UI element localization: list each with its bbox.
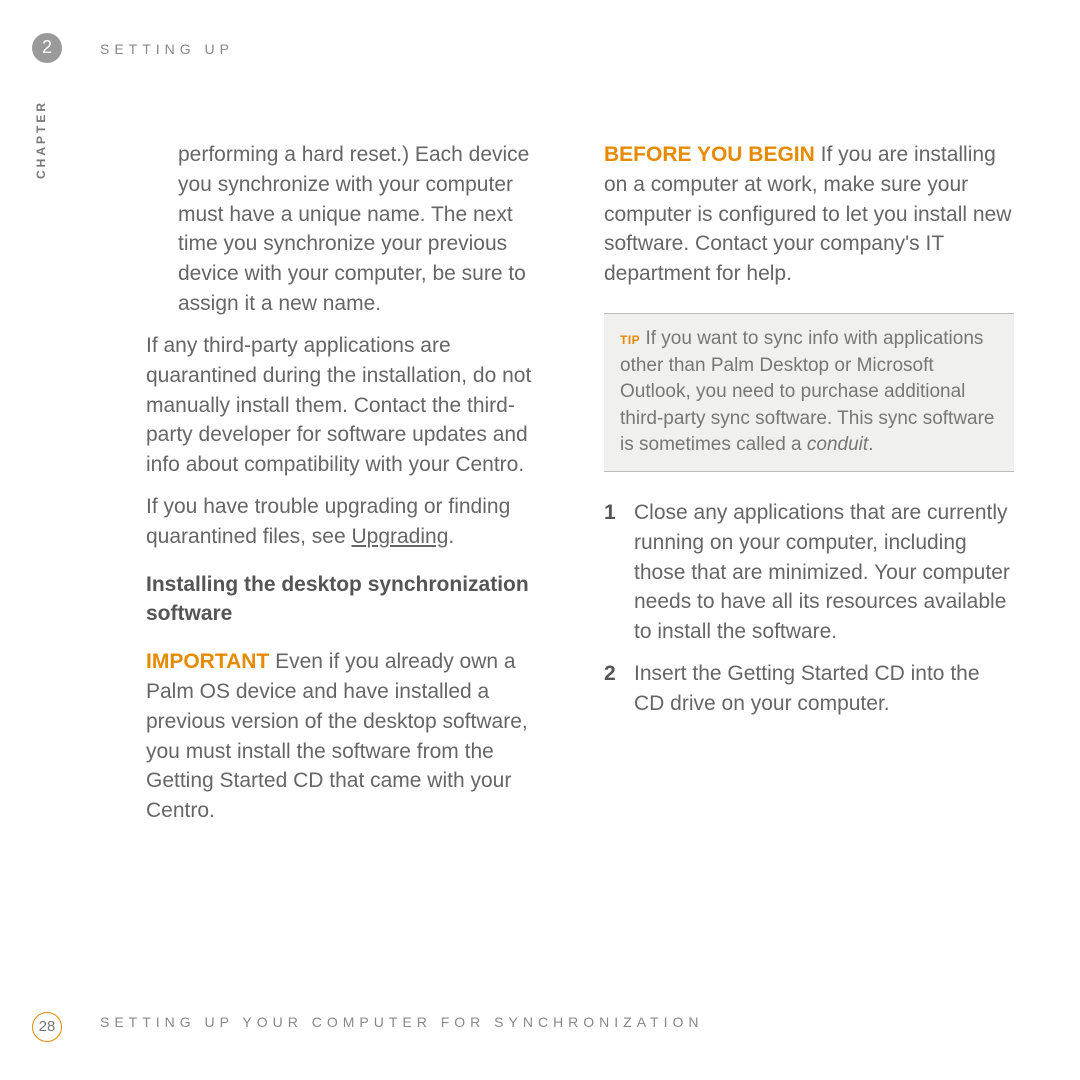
step-item: 2 Insert the Getting Started CD into the… <box>604 659 1014 719</box>
step-text: Close any applications that are currentl… <box>634 498 1014 647</box>
important-label: IMPORTANT <box>146 650 269 673</box>
step-number: 2 <box>604 659 634 719</box>
chapter-number-badge: 2 <box>32 33 62 63</box>
page-content: performing a hard reset.) Each device yo… <box>146 140 1036 838</box>
body-text: performing a hard reset.) Each device yo… <box>178 140 556 319</box>
before-you-begin-note: BEFORE YOU BEGIN If you are installing o… <box>604 140 1014 289</box>
right-column: BEFORE YOU BEGIN If you are installing o… <box>604 140 1014 838</box>
running-footer: SETTING UP YOUR COMPUTER FOR SYNCHRONIZA… <box>100 1013 703 1033</box>
chapter-label: CHAPTER <box>33 100 50 179</box>
body-text: If you have trouble upgrading or finding… <box>146 492 556 552</box>
italic-term: conduit <box>807 434 868 455</box>
tip-box: TIP If you want to sync info with applic… <box>604 313 1014 472</box>
important-note: IMPORTANT Even if you already own a Palm… <box>146 647 556 826</box>
text-fragment: Even if you already own a Palm OS device… <box>146 650 528 822</box>
upgrading-link[interactable]: Upgrading <box>351 525 448 548</box>
page-number-badge: 28 <box>32 1012 62 1042</box>
before-you-begin-label: BEFORE YOU BEGIN <box>604 143 815 166</box>
step-text: Insert the Getting Started CD into the C… <box>634 659 1014 719</box>
step-number: 1 <box>604 498 634 647</box>
left-column: performing a hard reset.) Each device yo… <box>146 140 556 838</box>
text-fragment: . <box>448 525 454 548</box>
running-header: SETTING UP <box>100 40 234 60</box>
text-fragment: . <box>868 434 873 455</box>
tip-label: TIP <box>620 333 640 347</box>
section-heading: Installing the desktop synchronization s… <box>146 570 556 630</box>
text-fragment: If you have trouble upgrading or finding… <box>146 495 510 548</box>
body-text: If any third-party applications are quar… <box>146 331 556 480</box>
step-item: 1 Close any applications that are curren… <box>604 498 1014 647</box>
